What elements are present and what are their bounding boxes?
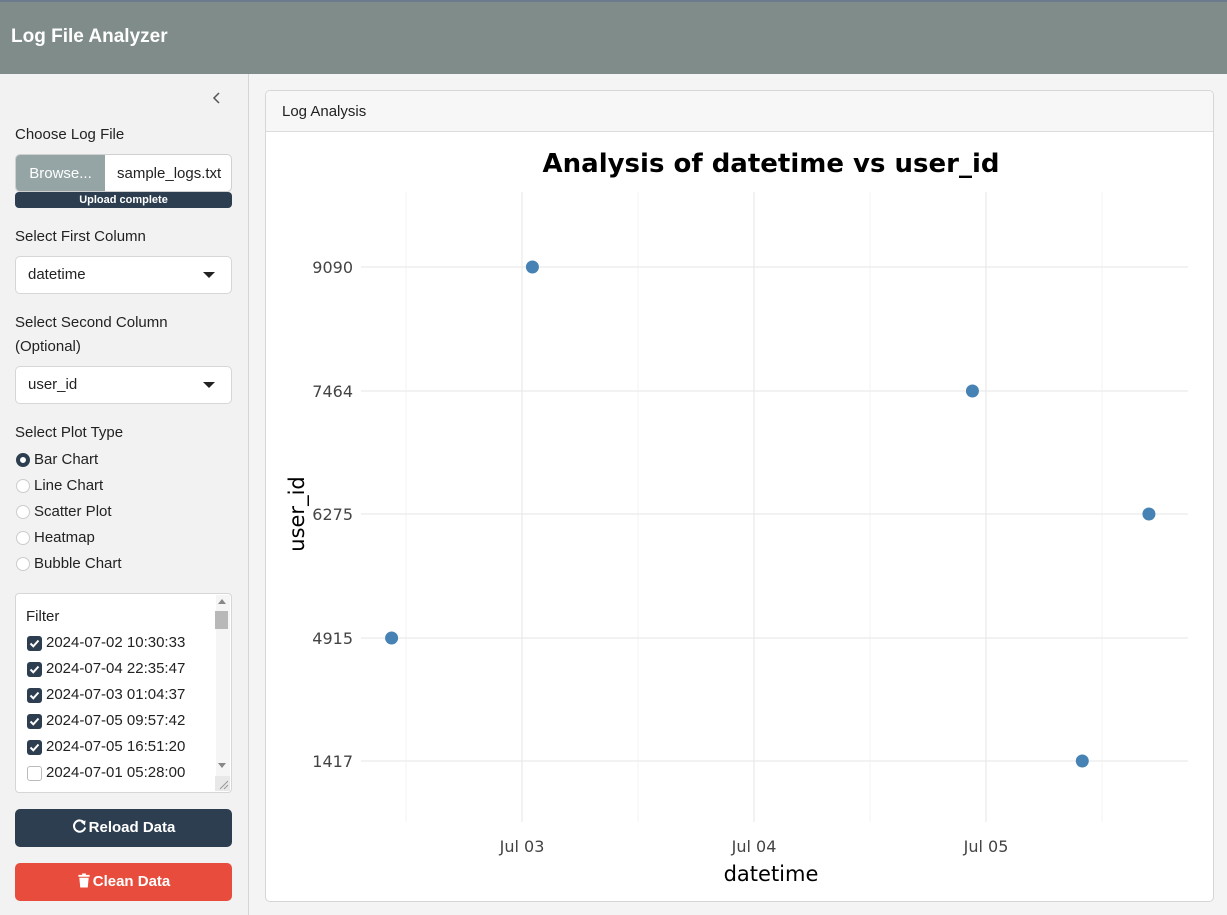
data-point	[1075, 754, 1089, 768]
radio-label: Line Chart	[34, 477, 104, 494]
checkbox[interactable]	[27, 636, 42, 651]
chevron-left-icon	[212, 92, 220, 104]
scroll-up-icon[interactable]	[218, 599, 226, 604]
filter-item-label: 2024-07-04 22:35:47	[46, 660, 186, 677]
app-title: Log File Analyzer	[11, 26, 168, 47]
radio-indicator[interactable]	[16, 557, 30, 571]
data-point	[525, 260, 539, 274]
check-icon	[29, 691, 40, 700]
radio-label: Bar Chart	[34, 451, 99, 468]
radio-label: Bubble Chart	[34, 555, 122, 572]
card-header: Log Analysis	[266, 91, 1213, 132]
radio-indicator[interactable]	[16, 479, 30, 493]
y-tick-label: 4915	[312, 629, 353, 648]
caret-down-icon	[203, 272, 215, 278]
caret-down-icon	[203, 382, 215, 388]
first-column-label: Select First Column	[15, 228, 146, 245]
filter-list[interactable]: Filter 2024-07-02 10:30:33 2024-07-04 22…	[15, 593, 232, 793]
scatter-plot[interactable]: Analysis of datetime vs user_id 1417 4915 6…	[266, 132, 1213, 902]
check-icon	[29, 665, 40, 674]
check-icon	[29, 639, 40, 648]
sidebar-collapse-button[interactable]	[208, 88, 226, 108]
file-input-label: Choose Log File	[15, 126, 125, 143]
data-point	[1142, 507, 1156, 521]
filter-item-label: 2024-07-05 16:51:20	[46, 738, 186, 755]
data-point	[385, 631, 399, 645]
upload-progress-bar: Upload complete	[15, 192, 232, 208]
checkbox[interactable]	[27, 688, 42, 703]
checkbox[interactable]	[27, 662, 42, 677]
refresh-icon	[72, 819, 86, 833]
first-column-select[interactable]: datetime	[15, 256, 232, 294]
reload-data-label: Reload Data	[88, 819, 176, 836]
radio-indicator[interactable]	[16, 453, 30, 467]
navbar: Log File Analyzer	[0, 0, 1227, 74]
second-column-label-optional: (Optional)	[15, 338, 81, 355]
scrollbar-thumb[interactable]	[215, 611, 228, 629]
file-input[interactable]: Browse... sample_logs.txt	[15, 154, 232, 192]
second-column-select[interactable]: user_id	[15, 366, 232, 404]
filter-title: Filter	[26, 608, 60, 625]
checkbox[interactable]	[27, 714, 42, 729]
checkbox[interactable]	[27, 766, 42, 781]
y-tick-label: 7464	[312, 382, 353, 401]
plot-text: Analysis of datetime vs user_id 1417 4915 6…	[285, 149, 1008, 886]
y-tick-label: 6275	[312, 505, 353, 524]
checkbox[interactable]	[27, 740, 42, 755]
plot-type-label: Select Plot Type	[15, 424, 124, 441]
sidebar: Choose Log File Browse... sample_logs.tx…	[0, 74, 249, 915]
x-tick-label: Jul 04	[731, 837, 777, 856]
file-name-field[interactable]: sample_logs.txt	[117, 155, 229, 191]
y-tick-label: 9090	[312, 258, 353, 277]
clean-data-button[interactable]: Clean Data	[15, 863, 232, 901]
scroll-down-icon[interactable]	[218, 763, 226, 768]
radio-label: Heatmap	[34, 529, 95, 546]
clean-data-label: Clean Data	[92, 873, 171, 890]
x-tick-label: Jul 03	[499, 837, 545, 856]
second-column-label: Select Second Column	[15, 314, 168, 331]
x-axis-label: datetime	[724, 862, 819, 886]
x-tick-label: Jul 05	[963, 837, 1009, 856]
plot-grid	[361, 192, 1188, 822]
resize-handle[interactable]	[215, 776, 230, 791]
browse-button[interactable]: Browse...	[16, 155, 105, 191]
card-title: Log Analysis	[282, 103, 367, 120]
chart-title: Analysis of datetime vs user_id	[543, 149, 1000, 179]
y-tick-label: 1417	[312, 752, 353, 771]
reload-data-button[interactable]: Reload Data	[15, 809, 232, 847]
first-column-value: datetime	[28, 266, 86, 283]
filter-item-label: 2024-07-03 01:04:37	[46, 686, 186, 703]
log-analysis-card: Log Analysis Analysis of datetime vs use…	[265, 90, 1214, 902]
radio-indicator[interactable]	[16, 531, 30, 545]
radio-label: Scatter Plot	[34, 503, 112, 520]
radio-indicator[interactable]	[16, 505, 30, 519]
filter-item-label: 2024-07-02 10:30:33	[46, 634, 186, 651]
filter-item-label: 2024-07-01 05:28:00	[46, 764, 186, 781]
trash-icon	[78, 873, 90, 888]
resize-grip-icon	[219, 780, 229, 790]
data-point	[965, 384, 979, 398]
check-icon	[29, 717, 40, 726]
check-icon	[29, 743, 40, 752]
filter-item-label: 2024-07-05 09:57:42	[46, 712, 186, 729]
y-axis-label: user_id	[285, 476, 310, 551]
second-column-value: user_id	[28, 376, 78, 393]
